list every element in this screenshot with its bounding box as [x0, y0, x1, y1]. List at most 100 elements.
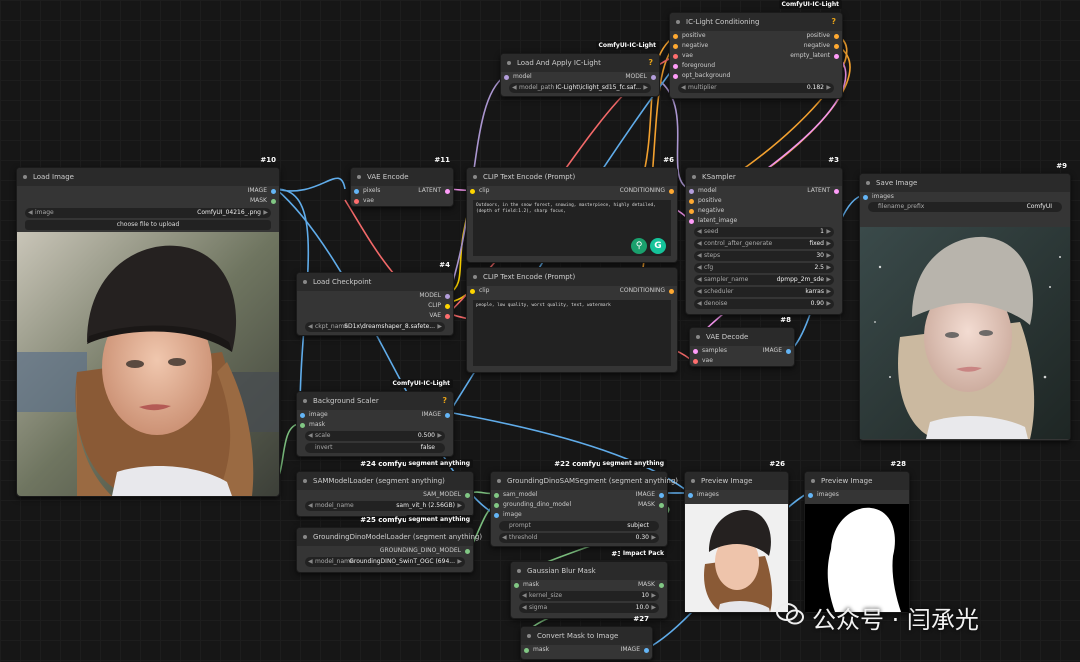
output-image[interactable]: IMAGE: [621, 645, 649, 655]
upload-button[interactable]: choose file to upload: [25, 220, 271, 230]
input-latent-image[interactable]: latent_image: [689, 216, 737, 226]
collapse-dot-icon[interactable]: [527, 634, 531, 638]
grammarly-icon[interactable]: G: [650, 238, 666, 254]
output-conditioning[interactable]: CONDITIONING: [620, 286, 674, 296]
preview-image-node[interactable]: #26 Preview Image images: [684, 460, 789, 613]
arrow-right-icon[interactable]: ▶: [826, 275, 831, 285]
socket-dot-icon[interactable]: [669, 189, 674, 194]
node-title[interactable]: CLIP Text Encode (Prompt): [467, 268, 677, 286]
arrow-right-icon[interactable]: ▶: [826, 83, 831, 93]
arrow-left-icon[interactable]: ◀: [697, 275, 702, 285]
arrow-right-icon[interactable]: ▶: [457, 501, 462, 511]
collapse-dot-icon[interactable]: [303, 479, 307, 483]
collapse-dot-icon[interactable]: [303, 280, 307, 284]
socket-dot-icon[interactable]: [834, 189, 839, 194]
model-path-widget[interactable]: ◀ model_path IC-Light\iclight_sd15_fc.saf.…: [509, 83, 651, 93]
node-canvas[interactable]: #10 Load Image IMAGE MASK ◀ image ComfyUI_…: [0, 0, 1080, 662]
socket-dot-icon[interactable]: [834, 34, 839, 39]
input-images[interactable]: images: [863, 192, 894, 202]
arrow-left-icon[interactable]: ◀: [308, 557, 313, 567]
scheduler-widget[interactable]: ◀ scheduler karras ▶: [694, 287, 834, 297]
input-negative[interactable]: negative: [689, 206, 724, 216]
output-mask[interactable]: MASK: [638, 500, 664, 510]
socket-dot-icon[interactable]: [834, 44, 839, 49]
collapse-dot-icon[interactable]: [23, 175, 27, 179]
output-image[interactable]: IMAGE: [763, 346, 791, 356]
background-scaler-node[interactable]: ComfyUI-IC-Light Background Scaler? imag…: [296, 379, 454, 457]
input-mask[interactable]: mask: [300, 420, 325, 430]
arrow-right-icon[interactable]: ▶: [826, 251, 831, 261]
input-foreground[interactable]: foreground: [673, 61, 715, 71]
node-title[interactable]: SAMModelLoader (segment anything): [297, 472, 473, 490]
input-samples[interactable]: samples: [693, 346, 727, 356]
image-combo-widget[interactable]: ◀ image ComfyUI_04216_.png ▶: [25, 208, 271, 218]
node-title[interactable]: Load And Apply IC-Light?: [501, 54, 659, 72]
scale-widget[interactable]: ◀ scale 0.500 ▶: [305, 431, 445, 441]
socket-dot-icon[interactable]: [863, 195, 868, 200]
socket-dot-icon[interactable]: [524, 648, 529, 653]
socket-dot-icon[interactable]: [673, 74, 678, 79]
arrow-left-icon[interactable]: ◀: [512, 83, 517, 93]
arrow-right-icon[interactable]: ▶: [826, 299, 831, 309]
grounding-dino-sam-segment-node[interactable]: #22 comfyui_ segment anything GroundingD…: [490, 459, 678, 547]
input-clip[interactable]: clip: [470, 186, 489, 196]
input-opt-background[interactable]: opt_background: [673, 71, 730, 81]
node-title[interactable]: VAE Decode: [690, 328, 794, 346]
output-clip[interactable]: CLIP: [428, 301, 450, 311]
socket-dot-icon[interactable]: [689, 219, 694, 224]
node-title[interactable]: Convert Mask to Image: [521, 627, 652, 645]
socket-dot-icon[interactable]: [688, 493, 693, 498]
collapse-dot-icon[interactable]: [676, 20, 680, 24]
multiplier-widget[interactable]: ◀ multiplier 0.182 ▶: [678, 83, 834, 93]
output-conditioning[interactable]: CONDITIONING: [620, 186, 674, 196]
node-title[interactable]: Preview Image: [685, 472, 788, 490]
arrow-left-icon[interactable]: ◀: [697, 287, 702, 297]
input-image[interactable]: image: [494, 510, 522, 520]
map-pin-icon[interactable]: ⚲: [631, 238, 647, 254]
collapse-dot-icon[interactable]: [473, 175, 477, 179]
socket-dot-icon[interactable]: [673, 34, 678, 39]
clip-text-encode-positive-node[interactable]: #6 CLIP Text Encode (Prompt) clip CONDIT…: [466, 156, 678, 263]
socket-dot-icon[interactable]: [271, 199, 276, 204]
convert-mask-to-image-node[interactable]: #27 Convert Mask to Image mask IMAGE: [520, 615, 653, 660]
node-title[interactable]: CLIP Text Encode (Prompt): [467, 168, 677, 186]
socket-dot-icon[interactable]: [465, 493, 470, 498]
socket-dot-icon[interactable]: [494, 513, 499, 518]
socket-dot-icon[interactable]: [689, 199, 694, 204]
socket-dot-icon[interactable]: [470, 289, 475, 294]
arrow-right-icon[interactable]: ▶: [826, 263, 831, 273]
socket-dot-icon[interactable]: [354, 189, 359, 194]
output-latent[interactable]: LATENT: [807, 186, 839, 196]
help-icon[interactable]: ?: [831, 13, 836, 31]
socket-dot-icon[interactable]: [465, 549, 470, 554]
save-image-node[interactable]: #9 Save Image images filename_prefix Comf…: [859, 162, 1071, 441]
collapse-dot-icon[interactable]: [692, 175, 696, 179]
collapse-dot-icon[interactable]: [507, 61, 511, 65]
sampler-name-widget[interactable]: ◀ sampler_name dpmpp_2m_sde ▶: [694, 275, 834, 285]
cfg-widget[interactable]: ◀ cfg 2.5 ▶: [694, 263, 834, 273]
arrow-right-icon[interactable]: ▶: [826, 287, 831, 297]
output-mask[interactable]: MASK: [250, 196, 276, 206]
arrow-left-icon[interactable]: ◀: [697, 299, 702, 309]
socket-dot-icon[interactable]: [808, 493, 813, 498]
node-title[interactable]: Gaussian Blur Mask: [511, 562, 667, 580]
socket-dot-icon[interactable]: [673, 54, 678, 59]
clip-text-encode-negative-node[interactable]: CLIP Text Encode (Prompt) clip CONDITION…: [466, 267, 678, 373]
socket-dot-icon[interactable]: [673, 64, 678, 69]
collapse-dot-icon[interactable]: [357, 175, 361, 179]
input-clip[interactable]: clip: [470, 286, 489, 296]
seed-widget[interactable]: ◀ seed 1 ▶: [694, 227, 834, 237]
input-images[interactable]: images: [808, 490, 839, 500]
sam-model-loader-node[interactable]: #24 comfyui_ segment anything SAMModelLo…: [296, 459, 474, 517]
output-grounding-dino-model[interactable]: GROUNDING_DINO_MODEL: [380, 546, 470, 556]
socket-dot-icon[interactable]: [514, 583, 519, 588]
sam-model-name-widget[interactable]: ◀ model_name sam_vit_h (2.56GB) ▶: [305, 501, 465, 511]
input-vae[interactable]: vae: [673, 51, 693, 61]
node-title[interactable]: Load Checkpoint: [297, 273, 453, 291]
socket-dot-icon[interactable]: [300, 413, 305, 418]
arrow-right-icon[interactable]: ▶: [643, 83, 648, 93]
help-icon[interactable]: ?: [442, 392, 447, 410]
help-icon[interactable]: ?: [648, 54, 653, 72]
gdino-model-name-widget[interactable]: ◀ model_name GroundingDINO_SwinT_OGC (694.…: [305, 557, 465, 567]
socket-dot-icon[interactable]: [445, 189, 450, 194]
